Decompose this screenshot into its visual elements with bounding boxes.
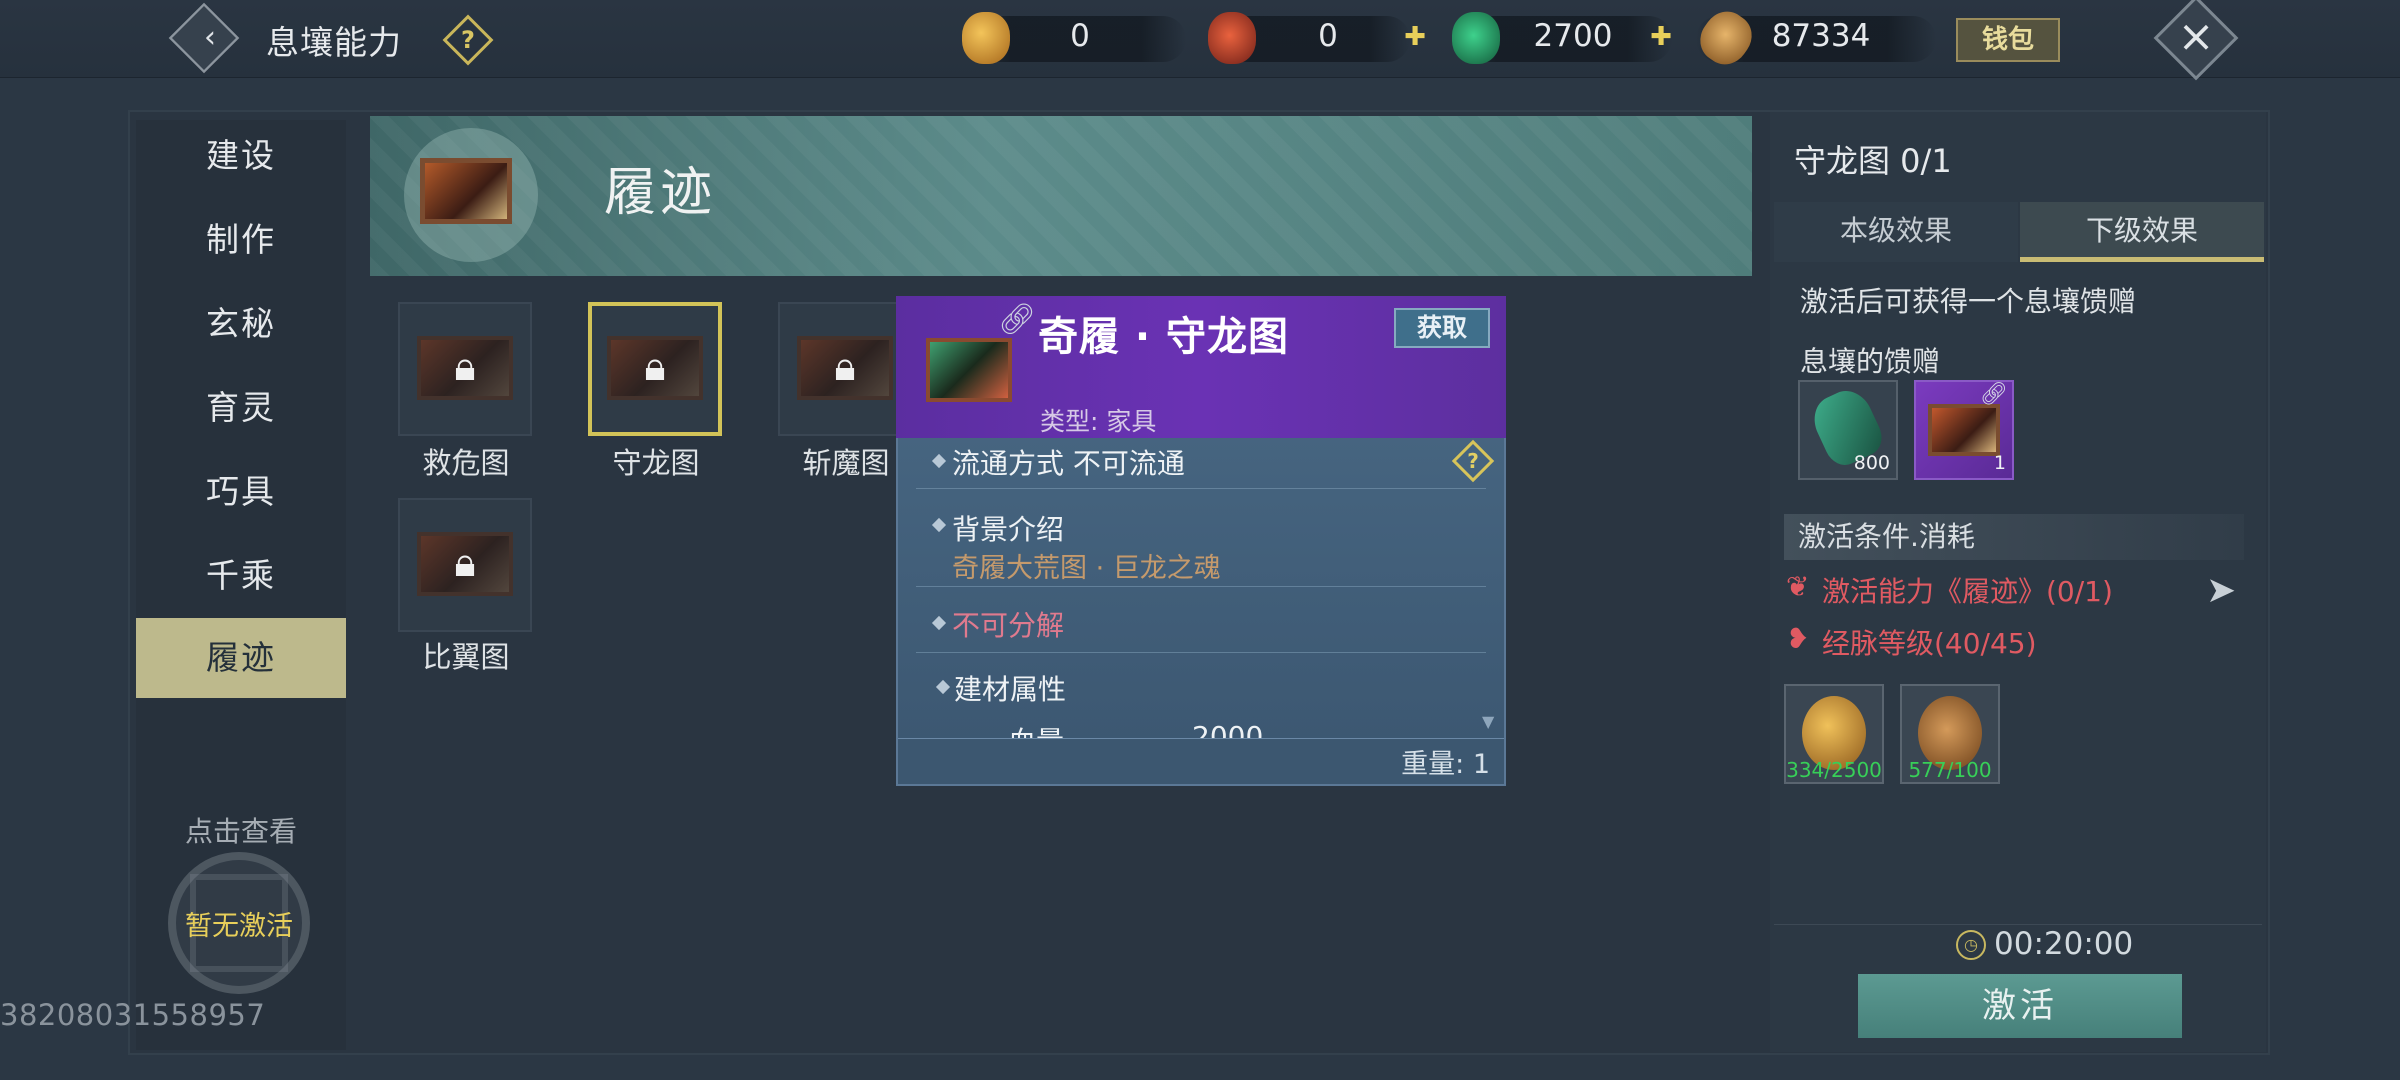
item-weight: 重量: 1 (1401, 749, 1490, 780)
background-heading: 背景介绍 (952, 513, 1065, 546)
sidebar-item-qiansheng[interactable]: 千乘 (136, 536, 346, 616)
lock-icon: 🔒︎ (454, 540, 476, 586)
item-type: 类型: 家具 (1040, 407, 1157, 436)
link-icon[interactable]: 🔗︎ (998, 302, 1036, 337)
circulation-info: 流通方式 不可流通 (952, 447, 1185, 480)
activate-button[interactable]: 激活 (1858, 974, 2182, 1038)
activation-status[interactable]: 暂无激活 (168, 904, 310, 943)
currency-value: 87334 (1771, 18, 1871, 54)
sidebar-item-xuanmi[interactable]: 玄秘 (136, 284, 346, 364)
lock-icon: 🔒︎ (834, 344, 856, 390)
tab-next-level[interactable]: 下级效果 (2020, 202, 2264, 262)
gift-count: 800 (1853, 452, 1890, 474)
link-icon: 🔗︎ (1980, 382, 2008, 407)
sidebar-item-qiaoju[interactable]: 巧具 (136, 452, 346, 532)
page-title: 息壤能力 (266, 23, 402, 62)
view-hint: 点击查看 (184, 815, 297, 848)
divider (916, 652, 1486, 653)
scroll-painting-icon (1928, 404, 2000, 456)
attr-heading: 建材属性 (954, 673, 1067, 706)
sidebar-item-lvji[interactable]: 履迹 (136, 618, 346, 698)
green-jade-icon (1452, 12, 1500, 64)
clock-icon: ◷ (1956, 930, 1986, 960)
currency-value: 0 (1318, 18, 1338, 54)
meridian-icon: ❥ (1786, 622, 1810, 655)
sidebar-item-yuling[interactable]: 育灵 (136, 368, 346, 448)
cost-count: 577/100 (1908, 758, 1992, 782)
item-label: 守龙图 (612, 446, 700, 480)
divider (1774, 924, 2262, 925)
sidebar-item-jianshe[interactable]: 建设 (136, 116, 346, 196)
effect-text: 激活后可获得一个息壤馈赠 (1800, 285, 2137, 318)
back-arrow-icon[interactable]: ‹ (190, 18, 230, 58)
divider (916, 488, 1486, 489)
question-diamond-icon[interactable]: ? (1458, 444, 1488, 474)
plus-icon[interactable]: ✚ (1646, 22, 1676, 52)
question-diamond-icon[interactable]: ? (450, 20, 486, 56)
lock-icon: 🔒︎ (644, 344, 666, 390)
currency-value: 0 (1070, 18, 1090, 54)
gift-heading: 息壤的馈赠 (1800, 345, 1941, 378)
background-text: 奇履大荒图 · 巨龙之魂 (952, 553, 1221, 584)
send-icon[interactable]: ➤ (2206, 570, 2236, 611)
lock-icon: 🔒︎ (454, 344, 476, 390)
scroll-down-icon[interactable]: ▼ (1482, 712, 1494, 731)
divider (916, 586, 1486, 587)
condition-item: 激活能力《履迹》(0/1) (1822, 575, 2113, 608)
item-label: 救危图 (422, 446, 510, 480)
wallet-button[interactable]: 钱包 (1956, 18, 2060, 62)
plus-icon[interactable]: ✚ (1400, 22, 1430, 52)
tooltip-title: 奇履 · 守龙图 (1038, 314, 1290, 360)
get-button[interactable]: 获取 (1394, 308, 1490, 348)
scroll-painting-icon (420, 158, 512, 224)
gift-count: 1 (1993, 452, 2006, 474)
no-decompose-label: 不可分解 (952, 609, 1065, 642)
dragon-painting-icon (926, 338, 1012, 402)
condition-item: 经脉等级(40/45) (1822, 627, 2037, 660)
close-icon[interactable]: × (2166, 8, 2226, 68)
currency-value: 2700 (1533, 18, 1613, 54)
tab-current-level[interactable]: 本级效果 (1774, 202, 2018, 262)
condition-heading: 激活条件.消耗 (1784, 514, 2244, 560)
item-label: 比翼图 (422, 640, 510, 674)
skill-icon: ❦ (1786, 570, 1810, 603)
user-id: 38208031558957 (0, 998, 266, 1032)
detail-title: 守龙图 0/1 (1794, 142, 1952, 180)
cost-count: 334/2500 (1786, 758, 1882, 782)
gold-seed-icon (962, 12, 1010, 64)
sidebar-item-zhizuo[interactable]: 制作 (136, 200, 346, 280)
banner-title: 履迹 (604, 163, 717, 223)
red-orb-icon (1208, 12, 1256, 64)
timer: 00:20:00 (1994, 926, 2134, 962)
category-banner (370, 116, 1752, 276)
